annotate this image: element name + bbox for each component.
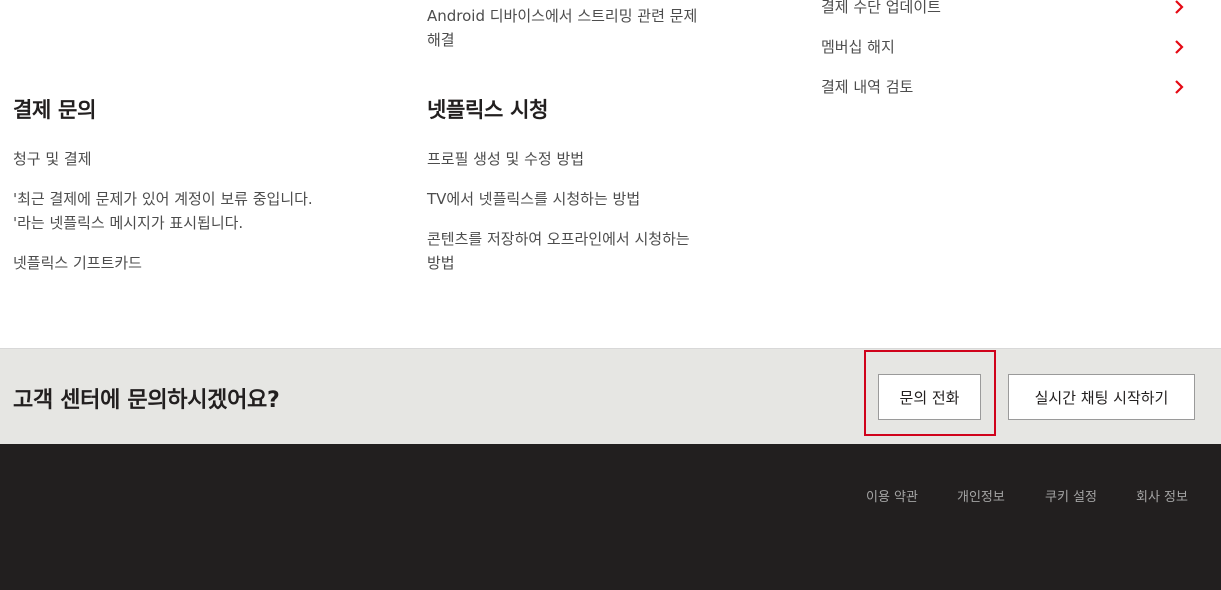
billing-link-2[interactable]: 넷플릭스 기프트카드 [13, 251, 142, 275]
chevron-right-icon [1175, 40, 1184, 54]
live-chat-button[interactable]: 실시간 채팅 시작하기 [1008, 374, 1195, 420]
watching-link-2[interactable]: 콘텐츠를 저장하여 오프라인에서 시청하는 방법 [427, 227, 690, 275]
update-payment-label: 결제 수단 업데이트 [821, 0, 941, 16]
cancel-membership-label: 멤버십 해지 [821, 38, 895, 56]
contact-question: 고객 센터에 문의하시겠어요? [13, 388, 280, 413]
footer-company-link[interactable]: 회사 정보 [1136, 486, 1188, 505]
footer-terms-link[interactable]: 이용 약관 [866, 486, 918, 505]
footer-privacy-link[interactable]: 개인정보 [957, 486, 1005, 505]
watching-link-0[interactable]: 프로필 생성 및 수정 방법 [427, 147, 584, 171]
billing-link-0[interactable]: 청구 및 결제 [13, 147, 92, 171]
help-topics-section: 결제 문의 청구 및 결제 '최근 결제에 문제가 있어 계정이 보류 중입니다… [0, 0, 1221, 348]
cancel-membership-row[interactable]: 멤버십 해지 [821, 35, 1193, 59]
footer-cookie-link[interactable]: 쿠키 설정 [1045, 486, 1097, 505]
chevron-right-icon [1175, 0, 1184, 14]
contact-help-bar: 고객 센터에 문의하시겠어요? 문의 전화 실시간 채팅 시작하기 [0, 348, 1221, 445]
footer: 이용 약관 개인정보 쿠키 설정 회사 정보 [0, 444, 1221, 590]
billing-heading: 결제 문의 [13, 98, 97, 122]
android-streaming-link[interactable]: Android 디바이스에서 스트리밍 관련 문제 해결 [427, 4, 697, 52]
update-payment-row[interactable]: 결제 수단 업데이트 [821, 0, 1193, 19]
watching-column: 넷플릭스 시청 [427, 94, 548, 124]
call-button[interactable]: 문의 전화 [878, 374, 981, 420]
watching-heading: 넷플릭스 시청 [427, 98, 549, 122]
chevron-right-icon [1175, 80, 1184, 94]
billing-link-1[interactable]: '최근 결제에 문제가 있어 계정이 보류 중입니다. '라는 넷플릭스 메시지… [13, 187, 313, 235]
review-payments-label: 결제 내역 검토 [821, 78, 914, 96]
watching-link-1[interactable]: TV에서 넷플릭스를 시청하는 방법 [427, 187, 640, 211]
review-payments-row[interactable]: 결제 내역 검토 [821, 75, 1193, 99]
billing-column: 결제 문의 [13, 94, 96, 124]
